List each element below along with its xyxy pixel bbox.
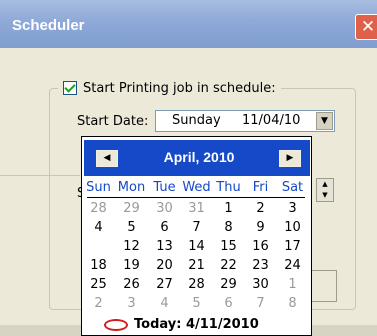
window-title: Scheduler (12, 17, 85, 34)
prev-month-button[interactable]: ◀ (96, 150, 118, 167)
calendar-day[interactable]: 8 (214, 220, 243, 235)
calendar-day[interactable]: 15 (214, 239, 243, 254)
triangle-right-icon: ▶ (286, 153, 294, 163)
calendar-day[interactable]: 1 (278, 277, 307, 292)
today-ring-icon (104, 318, 128, 331)
calendar-day[interactable]: 6 (214, 296, 243, 311)
calendar-day[interactable]: 5 (117, 220, 146, 235)
close-icon[interactable]: ✕ (361, 17, 375, 37)
spin-down-icon[interactable]: ▼ (317, 190, 333, 201)
calendar-day[interactable]: 3 (117, 296, 146, 311)
start-date-value: 11/04/10 (242, 113, 301, 128)
calendar-day[interactable]: 30 (246, 277, 275, 292)
start-date-day: Sunday (172, 113, 221, 128)
calendar-day[interactable]: 7 (182, 220, 211, 235)
calendar-day[interactable]: 22 (214, 258, 243, 273)
calendar-day[interactable]: 28 (84, 201, 113, 216)
next-month-button[interactable]: ▶ (279, 150, 301, 167)
calendar-day[interactable]: 31 (182, 201, 211, 216)
calendar-day[interactable]: 3 (278, 201, 307, 216)
weekday-header: Thu (216, 180, 241, 195)
calendar-day[interactable]: 24 (278, 258, 307, 273)
calendar-day[interactable]: 12 (117, 239, 146, 254)
calendar-day[interactable]: 25 (84, 277, 113, 292)
calendar-day[interactable]: 27 (150, 277, 179, 292)
calendar-day[interactable]: 28 (182, 277, 211, 292)
calendar-day[interactable]: 16 (246, 239, 275, 254)
calendar-day[interactable]: 20 (150, 258, 179, 273)
calendar-day[interactable]: 29 (117, 201, 146, 216)
calendar-day[interactable]: 8 (278, 296, 307, 311)
calendar-day[interactable]: 4 (84, 220, 113, 235)
today-link[interactable]: Today: 4/11/2010 (104, 317, 259, 332)
divider-line (0, 175, 80, 176)
chevron-down-icon: ▼ (321, 116, 328, 126)
weekday-header: Mon (117, 180, 146, 195)
calendar-day[interactable]: 5 (182, 296, 211, 311)
spin-up-icon[interactable]: ▲ (317, 179, 333, 190)
close-button[interactable]: ✕ (355, 14, 377, 40)
weekday-header: Wed (182, 180, 211, 195)
calendar-day[interactable]: 1 (214, 201, 243, 216)
calendar-header: ◀ April, 2010 ▶ (84, 140, 310, 176)
weekday-header: Sun (86, 180, 111, 195)
calendar-day[interactable]: 18 (84, 258, 113, 273)
title-bar: Scheduler (0, 0, 377, 48)
calendar-day[interactable]: 6 (150, 220, 179, 235)
calendar-day[interactable]: 2 (84, 296, 113, 311)
calendar-day[interactable]: 11 (82, 236, 116, 260)
calendar-day[interactable]: 26 (117, 277, 146, 292)
calendar-day[interactable]: 30 (150, 201, 179, 216)
calendar-day[interactable]: 13 (150, 239, 179, 254)
calendar-day[interactable]: 29 (214, 277, 243, 292)
calendar-day[interactable]: 2 (246, 201, 275, 216)
calendar-day[interactable]: 10 (278, 220, 307, 235)
weekday-header: Sat (281, 180, 304, 195)
calendar-day[interactable]: 23 (246, 258, 275, 273)
spin-control[interactable]: ▲ ▼ (316, 178, 334, 202)
today-text: Today: 4/11/2010 (134, 317, 259, 332)
calendar-day[interactable]: 19 (117, 258, 146, 273)
date-dropdown-button[interactable]: ▼ (316, 112, 333, 130)
start-date-label: Start Date: (77, 114, 149, 129)
calendar-day[interactable]: 9 (246, 220, 275, 235)
weekday-header: Tue (153, 180, 176, 195)
calendar-day[interactable]: 7 (246, 296, 275, 311)
month-title[interactable]: April, 2010 (124, 149, 274, 165)
triangle-left-icon: ◀ (103, 153, 111, 163)
calendar-day[interactable]: 21 (182, 258, 211, 273)
weekday-divider (87, 197, 305, 198)
calendar-day[interactable]: 4 (150, 296, 179, 311)
start-printing-label: Start Printing job in schedule: (83, 80, 276, 96)
calendar-day[interactable]: 14 (182, 239, 211, 254)
schedule-group-header[interactable]: Start Printing job in schedule: (58, 78, 281, 98)
calendar-popup[interactable]: ◀ April, 2010 ▶ Sun Mon Tue Wed Thu Fri Sat 28… (81, 136, 312, 336)
start-printing-checkbox[interactable] (63, 81, 77, 95)
weekday-header: Fri (252, 180, 269, 195)
calendar-day[interactable]: 17 (278, 239, 307, 254)
frame-edge (312, 270, 337, 302)
